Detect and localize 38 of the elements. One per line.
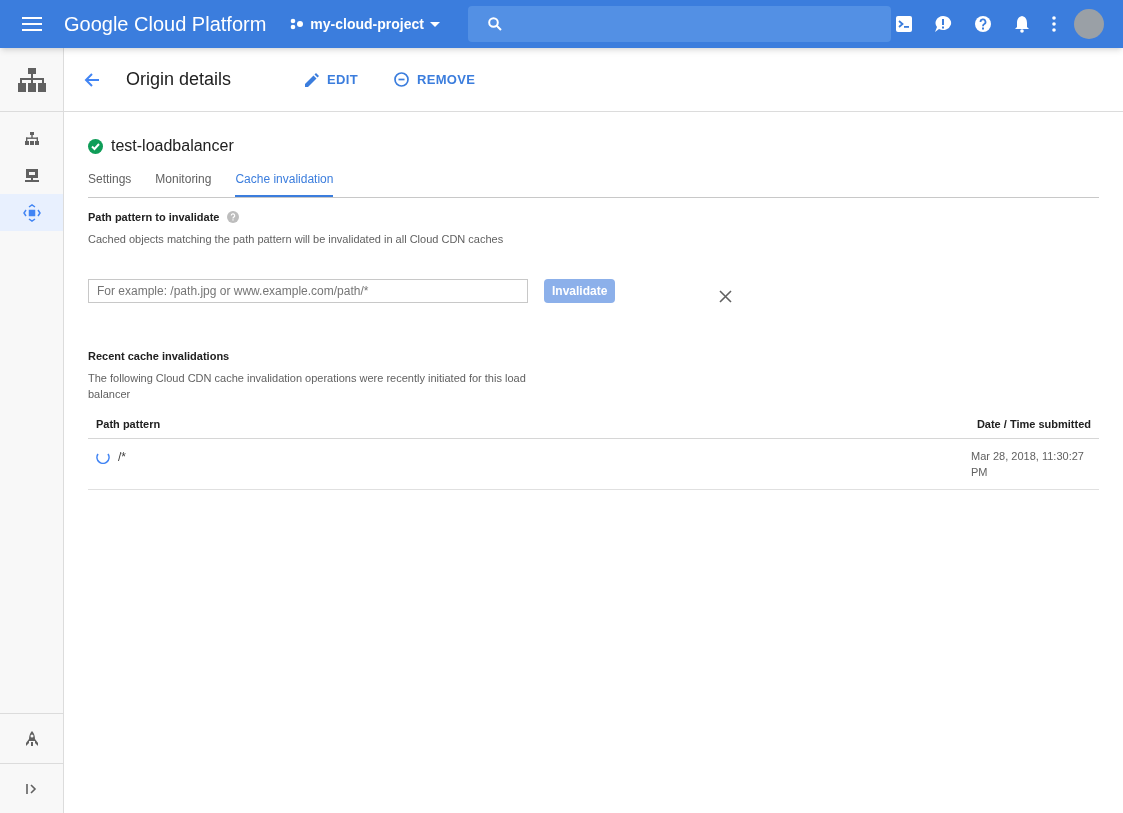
help-icon[interactable] <box>974 15 992 33</box>
terminal-icon[interactable] <box>896 16 912 32</box>
column-header: Date / Time submitted <box>452 415 1099 439</box>
search-icon <box>487 17 502 31</box>
pencil-icon <box>305 72 320 87</box>
column-header: Path pattern <box>88 415 453 439</box>
table-cell-text: Mar 28, 2018, 11:30:27 PM <box>971 449 1085 480</box>
network-icon[interactable] <box>17 67 46 92</box>
section-description: The following Cloud CDN cache invalidation operations were recently initiated for this load balancer <box>88 370 527 402</box>
section-heading: Recent cache invalidations <box>88 349 231 364</box>
product-name[interactable]: Google Cloud Platform <box>64 9 267 39</box>
sidebar-item[interactable] <box>0 194 63 231</box>
minus-circle-icon <box>393 72 409 87</box>
feedback-icon[interactable] <box>934 15 952 33</box>
computer-icon <box>24 168 39 183</box>
tab[interactable]: Settings <box>88 170 132 197</box>
path-pattern-field[interactable]: For example: /path.jpg or www.example.com/path/* <box>88 279 528 303</box>
cdn-icon <box>22 203 41 222</box>
close-icon[interactable] <box>719 289 733 303</box>
network-icon <box>24 131 39 146</box>
back-arrow-icon[interactable] <box>84 71 100 88</box>
caret-icon <box>429 21 440 27</box>
search-field[interactable] <box>467 6 891 42</box>
section-heading: Path pattern to invalidate <box>88 210 220 225</box>
project-selector[interactable]: my-cloud-project <box>290 14 440 34</box>
remove-button[interactable]: REMOVE <box>393 69 476 90</box>
rocket-icon[interactable] <box>23 730 40 747</box>
project-icon <box>290 18 305 30</box>
notifications-icon[interactable] <box>1014 15 1030 33</box>
edit-button[interactable]: EDIT <box>305 69 358 90</box>
page-title: Origin details <box>126 68 232 91</box>
tab[interactable]: Monitoring <box>155 170 212 197</box>
origin-name: test-loadbalancer <box>111 136 234 156</box>
tab[interactable]: Cache invalidation <box>235 170 334 197</box>
section-description: Cached objects matching the path pattern will be invalidated in all Cloud CDN caches <box>88 231 505 247</box>
table-cell-text: /* <box>118 449 126 466</box>
more-icon[interactable] <box>1052 16 1056 32</box>
expand-icon[interactable] <box>25 782 38 795</box>
